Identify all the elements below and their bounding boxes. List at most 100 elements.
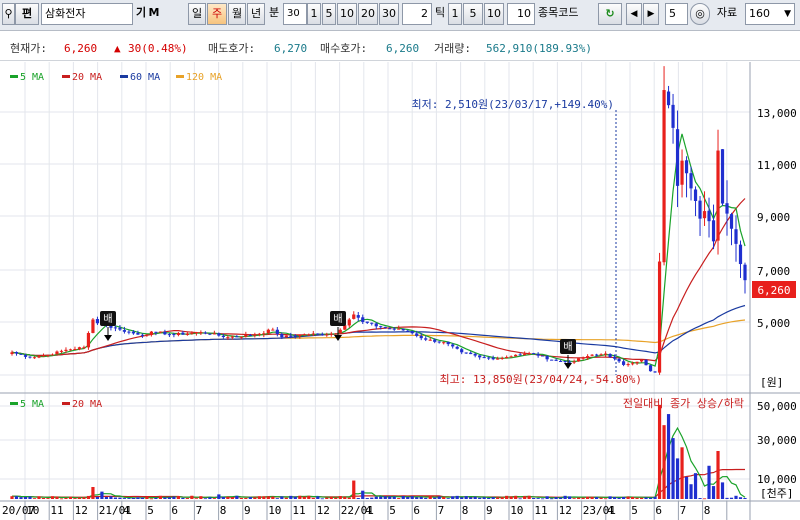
volume-bar — [455, 495, 459, 499]
minute-dropdown[interactable]: 30 — [283, 3, 307, 25]
volume-bar — [343, 496, 347, 499]
minute-step-30[interactable]: 30 — [379, 3, 399, 25]
m-button[interactable]: M — [148, 3, 160, 25]
candle — [10, 350, 14, 356]
x-tick-label: 8 — [462, 504, 469, 517]
search-button[interactable]: ⚲ — [2, 3, 15, 25]
stock-name-input[interactable]: 삼화전자 — [41, 3, 133, 25]
candle — [693, 186, 698, 217]
candle — [86, 331, 91, 350]
volume-bar — [711, 486, 716, 499]
volume-bar — [464, 496, 468, 499]
volume-bar — [603, 498, 608, 500]
volume-bar — [743, 497, 747, 499]
volume-bar — [581, 497, 585, 499]
period-month-button[interactable]: 월 — [228, 3, 246, 25]
stock-chart[interactable]: 5 MA 20 MA 60 MA 120 MA 최저: 2,510원(23/03… — [0, 62, 800, 520]
minute-step-10[interactable]: 10 — [337, 3, 357, 25]
ask-label: 매도호가: — [208, 42, 256, 55]
volume-bar — [657, 404, 662, 499]
volume-bar — [590, 496, 594, 499]
volume-bar — [379, 496, 383, 499]
candle — [127, 330, 131, 335]
volume-bar — [716, 451, 720, 499]
minute-step-1[interactable]: 1 — [307, 3, 321, 25]
candle — [352, 311, 356, 320]
tick-step-10[interactable]: 10 — [484, 3, 504, 25]
volume-bar — [698, 498, 702, 499]
volume-bar — [307, 495, 311, 499]
change-up-icon: ▲ — [114, 42, 121, 55]
volume-bar — [325, 497, 329, 499]
volume-bar — [433, 497, 437, 499]
arrow-left-icon: ◀ — [630, 9, 638, 19]
volume-bar — [388, 496, 392, 499]
next-button[interactable]: ▶ — [643, 3, 659, 25]
stock-code-label: 종목코드 — [538, 6, 579, 19]
volume-bar — [316, 496, 320, 499]
candle — [68, 348, 73, 351]
volume-bar — [639, 497, 644, 499]
ask-value: 6,270 — [274, 42, 308, 55]
volume-bar — [329, 496, 333, 499]
volume-bar — [621, 496, 626, 499]
price-label: 현재가: — [10, 42, 47, 55]
price-tick: 9,000 — [757, 211, 790, 224]
volume-tick: 30,000 — [757, 434, 797, 447]
volume-bar — [334, 497, 338, 499]
x-tick-label: 5 — [389, 504, 396, 517]
candle — [19, 353, 23, 355]
volume-legend: 5 MA 20 MA — [10, 399, 102, 410]
mode-button[interactable]: 편 — [15, 3, 39, 25]
refresh-button[interactable]: ↻ — [598, 3, 622, 25]
tick-input-2[interactable]: 10 — [507, 3, 535, 25]
candle — [118, 324, 122, 332]
volume-bar — [271, 496, 275, 499]
volume-bar — [361, 490, 365, 499]
candle — [91, 318, 95, 334]
candle — [505, 355, 509, 359]
legend-swatch-ma5 — [10, 75, 18, 78]
candle — [437, 341, 441, 344]
candle — [307, 333, 311, 336]
volume-bar — [563, 495, 567, 499]
volume-bar — [113, 497, 118, 499]
volume-bar — [199, 496, 203, 499]
legend-vol-ma5: 5 MA — [20, 399, 44, 410]
gi-button[interactable]: 기 — [135, 3, 147, 25]
volume-bar — [550, 498, 554, 500]
current-price-label: 6,260 — [757, 284, 790, 297]
candle — [603, 351, 608, 357]
volume-bar — [91, 487, 95, 499]
volume-bar — [262, 496, 266, 499]
minute-step-20[interactable]: 20 — [358, 3, 378, 25]
volume-bar — [244, 497, 248, 499]
candle — [563, 360, 567, 364]
tick-input[interactable]: 2 — [402, 3, 432, 25]
volume-bar — [568, 496, 572, 499]
volume-bar — [266, 496, 270, 499]
tick-step-5[interactable]: 5 — [463, 3, 483, 25]
volume-bar — [720, 482, 725, 499]
zoom-button[interactable]: ◎ — [690, 3, 710, 25]
volume-bar — [482, 497, 486, 499]
tick-step-1[interactable]: 1 — [448, 3, 462, 25]
volume-bar — [37, 496, 41, 499]
volume-bar — [473, 496, 477, 499]
period-week-button[interactable]: 주 — [207, 3, 227, 25]
volume-bar — [392, 496, 396, 499]
volume-bars — [10, 404, 747, 500]
dividend-marker-2: 배 — [330, 311, 346, 341]
volume-bar — [536, 498, 540, 499]
volume-bar — [95, 496, 100, 499]
period-year-button[interactable]: 년 — [247, 3, 265, 25]
volume-bar — [595, 497, 599, 499]
period-day-button[interactable]: 일 — [188, 3, 206, 25]
prev-button[interactable]: ◀ — [626, 3, 642, 25]
count-input[interactable]: 5 — [665, 3, 688, 25]
data-count-select[interactable]: 160 ▼ — [745, 3, 795, 25]
volume-bar — [401, 496, 405, 499]
volume-bar — [545, 496, 549, 499]
candle — [446, 341, 450, 347]
minute-step-5[interactable]: 5 — [322, 3, 336, 25]
